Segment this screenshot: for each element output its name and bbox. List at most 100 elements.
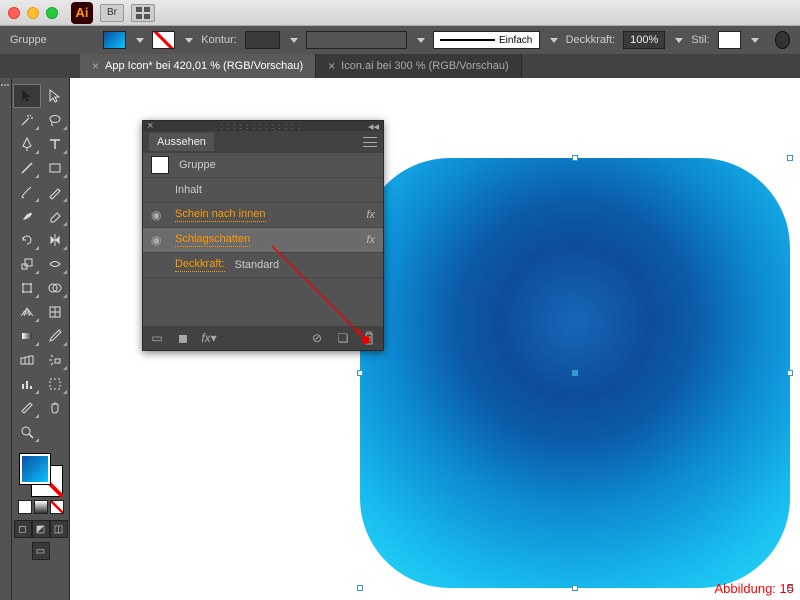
selection-handle[interactable]	[572, 155, 578, 161]
tab-label: Icon.ai bei 300 % (RGB/Vorschau)	[341, 60, 509, 72]
paintbrush-tool[interactable]	[13, 180, 41, 204]
panel-drag-handle[interactable]: × : : : : : : : : : : : : : ◂◂	[143, 121, 383, 131]
blend-tool[interactable]	[13, 348, 41, 372]
stroke-weight-dropdown-icon[interactable]	[290, 38, 298, 43]
stroke-swatch[interactable]	[152, 31, 175, 49]
opacity-link[interactable]: Deckkraft:	[175, 258, 225, 272]
perspective-grid-tool[interactable]	[13, 300, 41, 324]
artboard-tool[interactable]	[41, 372, 69, 396]
selection-handle[interactable]	[787, 370, 793, 376]
bridge-button[interactable]: Br	[100, 4, 124, 22]
new-stroke-icon[interactable]: ▭	[149, 331, 165, 345]
appearance-thumbnail	[151, 156, 169, 174]
figure-caption: Abbildung: 15	[714, 581, 794, 596]
stroke-weight-field[interactable]	[245, 31, 280, 49]
screen-mode-button[interactable]: ▭	[32, 542, 50, 560]
close-tab-icon[interactable]: ×	[328, 59, 335, 73]
document-tab-app-icon[interactable]: ×App Icon* bei 420,01 % (RGB/Vorschau)	[80, 54, 316, 78]
mesh-tool[interactable]	[41, 300, 69, 324]
line-segment-tool[interactable]	[13, 156, 41, 180]
arrange-documents-button[interactable]	[131, 4, 155, 22]
delete-item-icon[interactable]	[361, 331, 377, 345]
scale-tool[interactable]	[13, 252, 41, 276]
graphic-style-swatch[interactable]	[718, 31, 741, 49]
app-logo: Ai	[71, 2, 93, 24]
opacity-value: Standard	[235, 259, 280, 271]
pencil-tool[interactable]	[41, 180, 69, 204]
panel-menu-icon[interactable]	[363, 137, 377, 147]
fill-swatch[interactable]	[103, 31, 126, 49]
slice-tool[interactable]	[13, 396, 41, 420]
close-tab-icon[interactable]: ×	[92, 59, 99, 73]
selection-type-label: Gruppe	[10, 34, 47, 46]
panel-tab-appearance[interactable]: Aussehen	[149, 133, 214, 151]
row-label: Gruppe	[179, 159, 216, 171]
opacity-dropdown-icon[interactable]	[675, 38, 683, 43]
symbol-sprayer-tool[interactable]	[41, 348, 69, 372]
appearance-row-contents[interactable]: Inhalt	[143, 178, 383, 203]
document-tab-icon-ai[interactable]: × Icon.ai bei 300 % (RGB/Vorschau)	[316, 54, 522, 78]
hand-tool[interactable]	[41, 396, 69, 420]
appearance-row-group[interactable]: Gruppe	[143, 153, 383, 178]
minimize-window-button[interactable]	[27, 7, 39, 19]
control-bar: Gruppe Kontur: Einfach Deckkraft: 100% S…	[0, 26, 800, 54]
zoom-window-button[interactable]	[46, 7, 58, 19]
rectangle-tool[interactable]	[41, 156, 69, 180]
draw-behind-mode[interactable]: ◩	[32, 520, 50, 538]
fill-stroke-indicator[interactable]	[20, 454, 62, 496]
tools-panel: ◻ ◩ ◫ ▭	[12, 78, 70, 600]
color-mode-button[interactable]	[18, 500, 32, 514]
brush-definition-field[interactable]	[306, 31, 407, 49]
magic-wand-tool[interactable]	[13, 108, 41, 132]
column-graph-tool[interactable]	[13, 372, 41, 396]
appearance-row-drop-shadow[interactable]: ◉ Schlagschatten fx	[143, 228, 383, 253]
fill-color-box[interactable]	[20, 454, 50, 484]
draw-inside-mode[interactable]: ◫	[50, 520, 68, 538]
new-fill-icon[interactable]: ◼	[175, 331, 191, 345]
selection-handle[interactable]	[357, 370, 363, 376]
pen-tool[interactable]	[13, 132, 41, 156]
visibility-toggle-icon[interactable]: ◉	[151, 233, 165, 247]
panel-dock-left[interactable]	[0, 78, 12, 600]
opacity-field[interactable]: 100%	[623, 31, 665, 49]
shape-builder-tool[interactable]	[41, 276, 69, 300]
document-tabs: ×App Icon* bei 420,01 % (RGB/Vorschau) ×…	[0, 54, 800, 78]
visibility-toggle-icon[interactable]: ◉	[151, 208, 165, 222]
rotate-tool[interactable]	[13, 228, 41, 252]
selection-tool[interactable]	[13, 84, 41, 108]
fx-indicator-icon: fx	[366, 209, 375, 221]
fill-dropdown-icon[interactable]	[136, 38, 144, 43]
none-mode-button[interactable]	[50, 500, 64, 514]
brush-dropdown-icon[interactable]	[417, 38, 425, 43]
add-effect-icon[interactable]: fx▾	[201, 331, 217, 345]
type-tool[interactable]	[41, 132, 69, 156]
stroke-dropdown-icon[interactable]	[185, 38, 193, 43]
direct-selection-tool[interactable]	[41, 84, 69, 108]
effect-link[interactable]: Schlagschatten	[175, 233, 250, 247]
close-window-button[interactable]	[8, 7, 20, 19]
selection-handle[interactable]	[357, 585, 363, 591]
appearance-row-opacity[interactable]: Deckkraft: Standard	[143, 253, 383, 278]
document-setup-button[interactable]	[775, 31, 790, 49]
selection-handle[interactable]	[787, 155, 793, 161]
appearance-row-inner-glow[interactable]: ◉ Schein nach innen fx	[143, 203, 383, 228]
free-transform-tool[interactable]	[13, 276, 41, 300]
gradient-tool[interactable]	[13, 324, 41, 348]
effect-link[interactable]: Schein nach innen	[175, 208, 266, 222]
eraser-tool[interactable]	[41, 204, 69, 228]
eyedropper-tool[interactable]	[41, 324, 69, 348]
stroke-style-preview[interactable]: Einfach	[433, 31, 540, 49]
normal-draw-mode[interactable]: ◻	[14, 520, 32, 538]
zoom-tool[interactable]	[13, 420, 41, 444]
center-point	[572, 370, 578, 376]
clear-appearance-icon[interactable]: ⊘	[309, 331, 325, 345]
lasso-tool[interactable]	[41, 108, 69, 132]
blob-brush-tool[interactable]	[13, 204, 41, 228]
width-tool[interactable]	[41, 252, 69, 276]
stroke-style-dropdown-icon[interactable]	[550, 38, 558, 43]
gradient-mode-button[interactable]	[34, 500, 48, 514]
style-dropdown-icon[interactable]	[751, 38, 759, 43]
reflect-tool[interactable]	[41, 228, 69, 252]
duplicate-item-icon[interactable]: ❏	[335, 331, 351, 345]
selection-handle[interactable]	[572, 585, 578, 591]
